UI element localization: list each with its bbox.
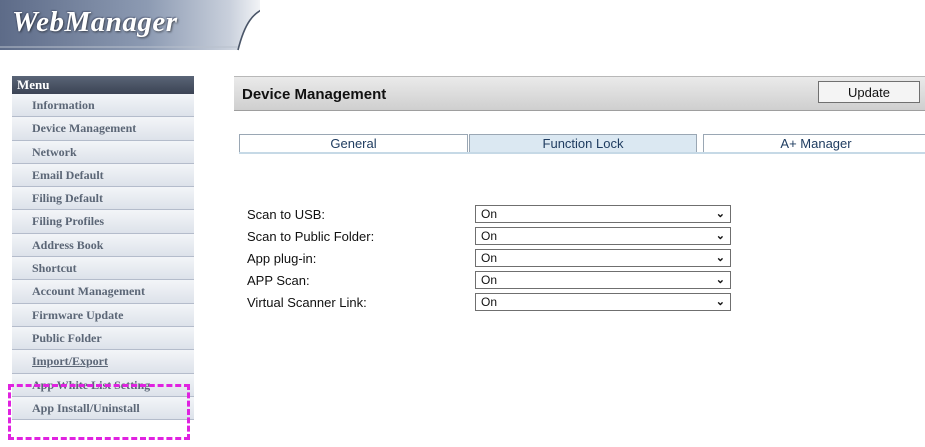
chevron-down-icon: ⌄ [715, 274, 725, 286]
update-button[interactable]: Update [818, 81, 920, 103]
sidebar-item-label: App Install/Uninstall [32, 400, 140, 415]
select-value: On [481, 207, 498, 221]
menu-header: Menu [12, 76, 194, 94]
tab-underline [239, 152, 925, 154]
setting-label: Scan to USB: [247, 207, 326, 222]
sidebar-item-app-white-list-setting[interactable]: App White List Setting [12, 373, 194, 397]
app-logo: WebManager [12, 6, 178, 38]
sidebar-item-label: Firmware Update [32, 307, 124, 322]
setting-label: Scan to Public Folder: [247, 229, 375, 244]
setting-label: Virtual Scanner Link: [247, 295, 367, 310]
scan-to-public-folder-select[interactable]: On ⌄ [475, 227, 731, 245]
sidebar-item-label: Network [32, 144, 77, 159]
chevron-down-icon: ⌄ [715, 208, 725, 220]
sidebar-item-import-export[interactable]: Import/Export [12, 350, 194, 374]
header-banner: WebManager [0, 0, 925, 56]
sidebar-item-shortcut[interactable]: Shortcut [12, 257, 194, 281]
setting-label: App plug-in: [247, 251, 317, 266]
sidebar-item-label: Public Folder [32, 330, 102, 345]
chevron-down-icon: ⌄ [715, 252, 725, 264]
tab-function-lock[interactable]: Function Lock [469, 134, 697, 153]
sidebar-item-label: Email Default [32, 167, 104, 182]
setting-label: APP Scan: [247, 273, 310, 288]
sidebar-item-address-book[interactable]: Address Book [12, 233, 194, 258]
virtual-scanner-link-select[interactable]: On ⌄ [475, 293, 731, 311]
scan-to-usb-select[interactable]: On ⌄ [475, 205, 731, 223]
select-value: On [481, 229, 498, 243]
select-value: On [481, 273, 498, 287]
title-bar: Device Management Update [234, 76, 925, 111]
sidebar-item-account-management[interactable]: Account Management [12, 280, 194, 304]
sidebar-item-label: Filing Default [32, 191, 103, 206]
sidebar-item-label: Shortcut [32, 261, 77, 276]
sidebar-item-label: Address Book [32, 237, 104, 252]
sidebar-item-network[interactable]: Network [12, 140, 194, 164]
sidebar-item-device-management[interactable]: Device Management [12, 117, 194, 141]
sidebar-item-filing-default[interactable]: Filing Default [12, 187, 194, 211]
select-value: On [481, 251, 498, 265]
select-value: On [481, 295, 498, 309]
sidebar-item-label: Filing Profiles [32, 214, 105, 229]
sidebar-item-label: Information [32, 98, 95, 112]
sidebar-item-label: Account Management [32, 284, 145, 299]
tab-a-plus-manager[interactable]: A+ Manager [703, 134, 925, 153]
sidebar-item-information[interactable]: Information [12, 94, 194, 118]
chevron-down-icon: ⌄ [715, 296, 725, 308]
app-scan-select[interactable]: On ⌄ [475, 271, 731, 289]
sidebar-item-public-folder[interactable]: Public Folder [12, 326, 194, 351]
sidebar-item-email-default[interactable]: Email Default [12, 163, 194, 188]
page-title: Device Management [242, 86, 387, 103]
sidebar-item-app-install-uninstall[interactable]: App Install/Uninstall [12, 396, 194, 421]
tab-general[interactable]: General [239, 134, 468, 153]
sidebar-item-firmware-update[interactable]: Firmware Update [12, 303, 194, 327]
sidebar-item-label: App White List Setting [32, 377, 151, 392]
sidebar-item-filing-profiles[interactable]: Filing Profiles [12, 210, 194, 234]
tab-bar: General Function Lock A+ Manager [239, 134, 925, 153]
sidebar-menu: Menu Information Device Management Netwo… [12, 76, 194, 421]
chevron-down-icon: ⌄ [715, 230, 725, 242]
sidebar-item-label: Import/Export [32, 354, 108, 369]
app-plug-in-select[interactable]: On ⌄ [475, 249, 731, 267]
sidebar-item-label: Device Management [32, 121, 137, 136]
